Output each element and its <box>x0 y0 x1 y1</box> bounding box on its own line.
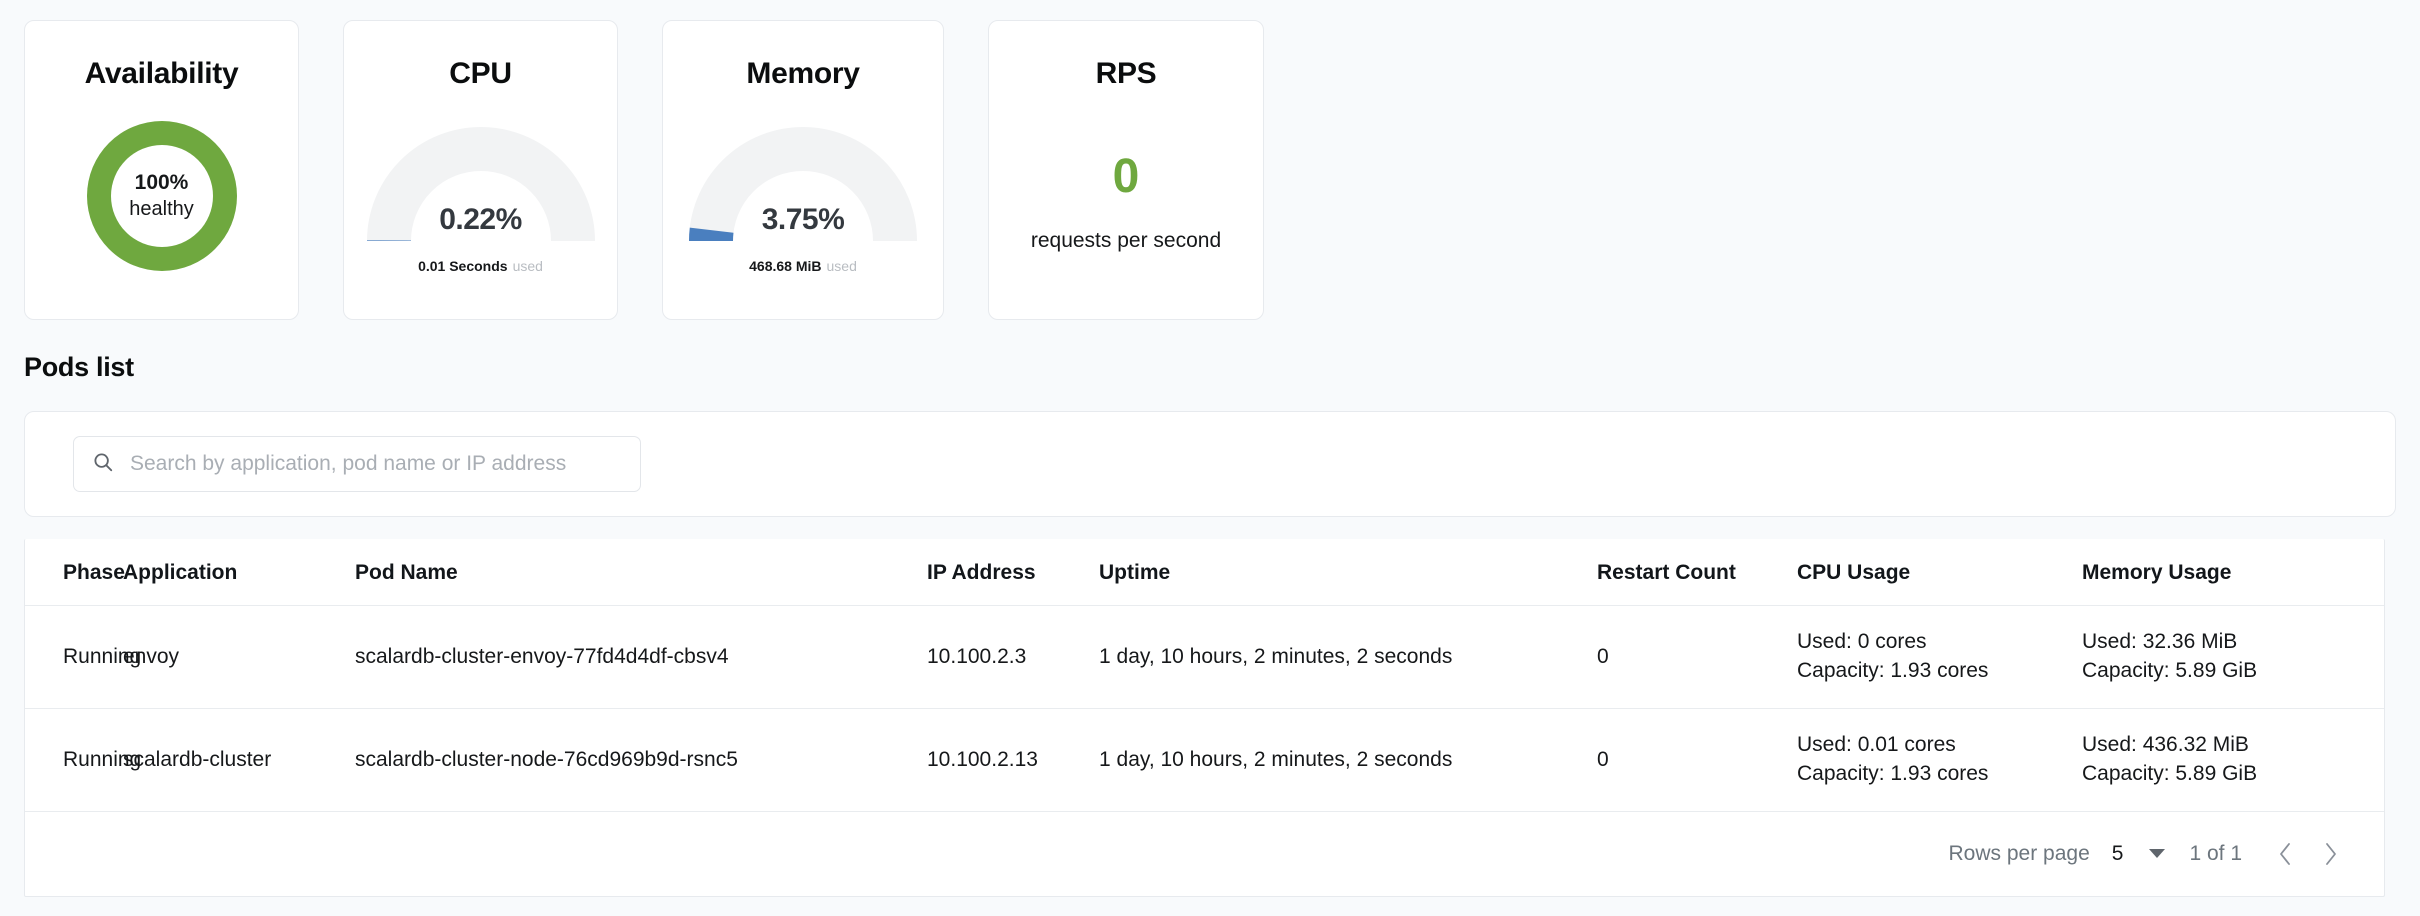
table-header-row: Phase Application Pod Name IP Address Up… <box>25 539 2384 606</box>
availability-donut-wrap: 100% healthy <box>25 121 298 271</box>
cell-pod-name: scalardb-cluster-node-76cd969b9d-rsnc5 <box>355 708 927 811</box>
availability-status: healthy <box>129 197 194 222</box>
column-header-pod-name[interactable]: Pod Name <box>355 539 927 606</box>
pods-table: Phase Application Pod Name IP Address Up… <box>25 539 2384 812</box>
column-header-phase[interactable]: Phase <box>25 539 123 606</box>
memory-capacity-line: Capacity: 5.89 GiB <box>2082 760 2384 789</box>
memory-card: Memory 3.75% 468.68 MiB used <box>662 20 944 320</box>
cell-phase: Running <box>25 708 123 811</box>
memory-used-line: Used: 32.36 MiB <box>2082 628 2384 657</box>
rps-caption: requests per second <box>989 229 1263 253</box>
column-header-ip-address[interactable]: IP Address <box>927 539 1099 606</box>
memory-gauge: 3.75% <box>689 127 917 241</box>
rows-per-page-value[interactable]: 5 <box>2112 842 2124 866</box>
cell-application: scalardb-cluster <box>123 708 355 811</box>
cpu-capacity-line: Capacity: 1.93 cores <box>1797 760 2082 789</box>
cell-restart-count: 0 <box>1597 606 1797 709</box>
cell-pod-name: scalardb-cluster-envoy-77fd4d4df-cbsv4 <box>355 606 927 709</box>
memory-card-title: Memory <box>663 57 943 91</box>
pagination-bar: Rows per page 5 1 of 1 <box>25 812 2384 896</box>
cpu-capacity-line: Capacity: 1.93 cores <box>1797 657 2082 686</box>
cpu-usage-value: 0.01 Seconds <box>418 258 508 274</box>
memory-percent: 3.75% <box>689 203 917 237</box>
search-icon <box>92 451 114 478</box>
pods-table-head: Phase Application Pod Name IP Address Up… <box>25 539 2384 606</box>
cell-ip-address: 10.100.2.13 <box>927 708 1099 811</box>
memory-capacity-line: Capacity: 5.89 GiB <box>2082 657 2384 686</box>
column-header-memory-usage[interactable]: Memory Usage <box>2082 539 2384 606</box>
column-header-application[interactable]: Application <box>123 539 355 606</box>
cell-cpu-usage: Used: 0 cores Capacity: 1.93 cores <box>1797 606 2082 709</box>
next-page-button[interactable] <box>2308 831 2354 877</box>
cell-phase: Running <box>25 606 123 709</box>
availability-card: Availability 100% healthy <box>24 20 299 320</box>
cell-restart-count: 0 <box>1597 708 1797 811</box>
pods-table-body: Running envoy scalardb-cluster-envoy-77f… <box>25 606 2384 812</box>
cpu-usage-unit: used <box>513 258 543 274</box>
cpu-card-title: CPU <box>344 57 617 91</box>
cpu-percent: 0.22% <box>367 203 595 237</box>
cell-ip-address: 10.100.2.3 <box>927 606 1099 709</box>
table-row[interactable]: Running envoy scalardb-cluster-envoy-77f… <box>25 606 2384 709</box>
rps-card: RPS 0 requests per second <box>988 20 1264 320</box>
cell-uptime: 1 day, 10 hours, 2 minutes, 2 seconds <box>1099 606 1597 709</box>
memory-usage-summary: 468.68 MiB used <box>663 259 943 273</box>
metrics-cards-row: Availability 100% healthy CPU 0.22% 0.01… <box>0 0 2420 320</box>
memory-usage-value: 468.68 MiB <box>749 258 821 274</box>
cell-uptime: 1 day, 10 hours, 2 minutes, 2 seconds <box>1099 708 1597 811</box>
availability-percent: 100% <box>135 170 189 196</box>
availability-card-title: Availability <box>25 57 298 91</box>
search-input[interactable] <box>128 451 622 477</box>
cell-memory-usage: Used: 436.32 MiB Capacity: 5.89 GiB <box>2082 708 2384 811</box>
cpu-card: CPU 0.22% 0.01 Seconds used <box>343 20 618 320</box>
cell-application: envoy <box>123 606 355 709</box>
memory-usage-unit: used <box>827 258 857 274</box>
rps-card-title: RPS <box>989 57 1263 91</box>
search-box[interactable] <box>73 436 641 492</box>
column-header-cpu-usage[interactable]: CPU Usage <box>1797 539 2082 606</box>
cpu-used-line: Used: 0 cores <box>1797 628 2082 657</box>
cell-memory-usage: Used: 32.36 MiB Capacity: 5.89 GiB <box>2082 606 2384 709</box>
search-card <box>24 411 2396 517</box>
column-header-uptime[interactable]: Uptime <box>1099 539 1597 606</box>
previous-page-button[interactable] <box>2262 831 2308 877</box>
rps-value: 0 <box>989 153 1263 201</box>
column-header-restart-count[interactable]: Restart Count <box>1597 539 1797 606</box>
cpu-usage-summary: 0.01 Seconds used <box>344 259 617 273</box>
cpu-gauge: 0.22% <box>367 127 595 241</box>
memory-used-line: Used: 436.32 MiB <box>2082 731 2384 760</box>
table-row[interactable]: Running scalardb-cluster scalardb-cluste… <box>25 708 2384 811</box>
page-indicator: 1 of 1 <box>2189 842 2242 866</box>
page-title: Pods list <box>24 352 2420 383</box>
pods-table-card: Phase Application Pod Name IP Address Up… <box>24 539 2385 897</box>
availability-donut-center: 100% healthy <box>111 145 213 247</box>
rows-per-page-label: Rows per page <box>1949 842 2090 866</box>
cpu-used-line: Used: 0.01 cores <box>1797 731 2082 760</box>
chevron-down-icon[interactable] <box>2149 849 2165 859</box>
availability-donut-chart: 100% healthy <box>87 121 237 271</box>
cell-cpu-usage: Used: 0.01 cores Capacity: 1.93 cores <box>1797 708 2082 811</box>
